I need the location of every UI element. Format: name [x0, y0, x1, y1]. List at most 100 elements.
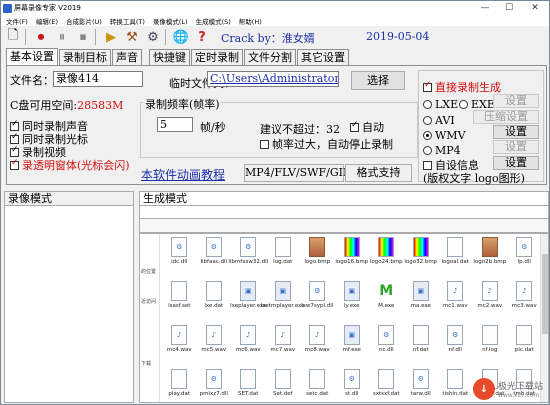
file-item[interactable]: nf.log: [473, 322, 508, 366]
file-item[interactable]: mc2.wav: [473, 278, 508, 322]
file-item[interactable]: mc7.wav: [266, 322, 301, 366]
tab-sound[interactable]: 声音: [112, 49, 142, 65]
temp-folder-input[interactable]: C:\Users\Administrator\I: [207, 71, 339, 87]
file-item[interactable]: ⚙ lp.dll: [507, 234, 542, 278]
tab-basic[interactable]: 基本设置: [6, 48, 58, 65]
wmv-settings-button[interactable]: 设置: [493, 125, 539, 139]
file-item[interactable]: logo16.bmp: [335, 234, 370, 278]
file-item[interactable]: pic.dat: [507, 322, 542, 366]
menu-help[interactable]: 帮助(H): [236, 16, 265, 26]
radio-avi[interactable]: AVI: [423, 114, 455, 127]
file-item[interactable]: mc1.wav: [438, 278, 473, 322]
file-item[interactable]: ▣ mf.exe: [335, 322, 370, 366]
tab-record-target[interactable]: 录制目标: [59, 49, 111, 65]
file-item[interactable]: ▣ ly.exe: [335, 278, 370, 322]
file-item[interactable]: ⚙ libfaac.dll: [197, 234, 232, 278]
menu-convert[interactable]: 转换工具(T): [107, 16, 148, 26]
radio-mp4[interactable]: MP4: [423, 144, 461, 157]
menu-edit[interactable]: 编辑(E): [33, 16, 61, 26]
file-item[interactable]: Set.def: [266, 366, 301, 402]
file-item[interactable]: log.dat: [266, 234, 301, 278]
radio-wmv[interactable]: WMV: [423, 129, 466, 142]
animation-tutorial-link[interactable]: 本软件动画教程: [141, 166, 225, 183]
nav-item-downloads[interactable]: 下载: [141, 360, 151, 367]
file-item[interactable]: SET.dat: [231, 366, 266, 402]
direct-generate-checkbox[interactable]: 直接录制生成: [423, 79, 501, 95]
menu-compose[interactable]: 合成影片(U): [63, 16, 105, 26]
file-item[interactable]: mc6.wav: [231, 322, 266, 366]
auto-fps-checkbox[interactable]: 自动: [350, 119, 384, 135]
mp4-settings-button[interactable]: 设置: [493, 140, 539, 154]
watermark: ↓ 极光下载站 www.xz7.com: [472, 378, 543, 400]
compress-settings-button[interactable]: 压缩设置: [473, 110, 539, 124]
record-icon[interactable]: ⏺: [32, 28, 50, 46]
file-item[interactable]: lsasf.set: [162, 278, 197, 322]
auto-stop-checkbox[interactable]: 帧率过大，自动停止录制: [260, 136, 393, 152]
file-item[interactable]: ⚙ st.dll: [335, 366, 370, 402]
file-name: logo16.bmp: [335, 259, 369, 265]
file-item[interactable]: logo2b.bmp: [473, 234, 508, 278]
file-item[interactable]: M M.exe: [369, 278, 404, 322]
tools-icon[interactable]: ⚒: [123, 28, 141, 46]
file-item[interactable]: logo24.bmp: [369, 234, 404, 278]
file-item[interactable]: ⚙ libmfxsw32.dll: [228, 234, 268, 278]
tab-timer[interactable]: 定时录制: [191, 49, 243, 65]
file-item[interactable]: mc5.wav: [197, 322, 232, 366]
file-item[interactable]: setc.dat: [300, 366, 335, 402]
choose-folder-button[interactable]: 选择: [351, 71, 405, 90]
menu-file[interactable]: 文件(F): [3, 16, 31, 26]
settings-icon[interactable]: ⚙: [144, 28, 162, 46]
file-item[interactable]: mc4.wav: [162, 322, 197, 366]
file-item[interactable]: ⚙ idc.dll: [162, 234, 197, 278]
menu-record-mode[interactable]: 录像模式(L): [150, 16, 191, 26]
minimize-button[interactable]: —: [473, 1, 497, 14]
self-info-settings-button[interactable]: 设置: [493, 156, 539, 170]
file-item[interactable]: ▣ lxeplayer.exe: [230, 278, 266, 322]
file-item[interactable]: lxe.dat: [197, 278, 232, 322]
nav-item-locations[interactable]: 的位置: [141, 268, 156, 275]
file-item[interactable]: mc3.wav: [507, 278, 542, 322]
format-support-button[interactable]: 格式支持: [345, 164, 412, 182]
filename-input[interactable]: 录像414: [53, 71, 143, 87]
tab-file-split[interactable]: 文件分割: [244, 49, 296, 65]
scroll-thumb[interactable]: [542, 254, 548, 334]
globe-icon[interactable]: 🌐: [172, 28, 190, 46]
maximize-button[interactable]: ☐: [497, 1, 521, 14]
file-item[interactable]: logo32.bmp: [404, 234, 439, 278]
stop-icon[interactable]: ⏹: [74, 28, 92, 46]
check-icon: [423, 160, 432, 170]
menu-generate-mode[interactable]: 生成模式(S): [193, 16, 234, 26]
play-icon[interactable]: ▶: [102, 28, 120, 46]
file-item[interactable]: tishin.dat: [438, 366, 473, 402]
tab-other[interactable]: 其它设置: [297, 49, 349, 65]
file-item[interactable]: logo.bmp: [300, 234, 335, 278]
exe-settings-button[interactable]: 设置: [493, 94, 539, 108]
fps-input[interactable]: 5: [157, 117, 193, 132]
file-item[interactable]: logoal.dat: [438, 234, 473, 278]
file-item[interactable]: ⚙ lxw7sypl.dll: [300, 278, 335, 322]
file-item[interactable]: mc8.wav: [300, 322, 335, 366]
file-item[interactable]: ▣ ma.exe: [404, 278, 439, 322]
file-item[interactable]: ▣ lxetmplayer.exe: [261, 278, 305, 322]
file-item[interactable]: ⚙ tarw.dll: [404, 366, 439, 402]
file-item[interactable]: sxtsxf.dat: [369, 366, 404, 402]
file-item[interactable]: ⚙ pmlxz7.dll: [197, 366, 232, 402]
formats-display[interactable]: MP4/FLV/SWF/GIF: [244, 164, 351, 182]
file-item[interactable]: play.dat: [162, 366, 197, 402]
new-file-icon[interactable]: 🗋: [4, 28, 22, 46]
record-mode-list[interactable]: [4, 206, 134, 403]
close-button[interactable]: ✕: [521, 1, 549, 14]
help-icon[interactable]: ?: [193, 28, 211, 46]
tab-hotkeys[interactable]: 快捷键: [149, 49, 190, 65]
dll-file-icon: ⚙: [343, 369, 360, 389]
path-bar[interactable]: [139, 206, 549, 219]
file-item[interactable]: ⚙ nc.dll: [369, 322, 404, 366]
file-name: lxw7sypl.dll: [301, 303, 334, 309]
nav-item-recent[interactable]: 近访问: [141, 298, 156, 305]
radio-lxe[interactable]: LXE: [423, 98, 458, 111]
dll-file-icon: ⚙: [412, 369, 429, 389]
file-item[interactable]: nf.dat: [404, 322, 439, 366]
record-transparent-checkbox[interactable]: 录透明窗体(光标会闪): [10, 157, 130, 173]
pause-icon[interactable]: ⏸: [53, 28, 71, 46]
file-item[interactable]: ⚙ nf.dll: [438, 322, 473, 366]
